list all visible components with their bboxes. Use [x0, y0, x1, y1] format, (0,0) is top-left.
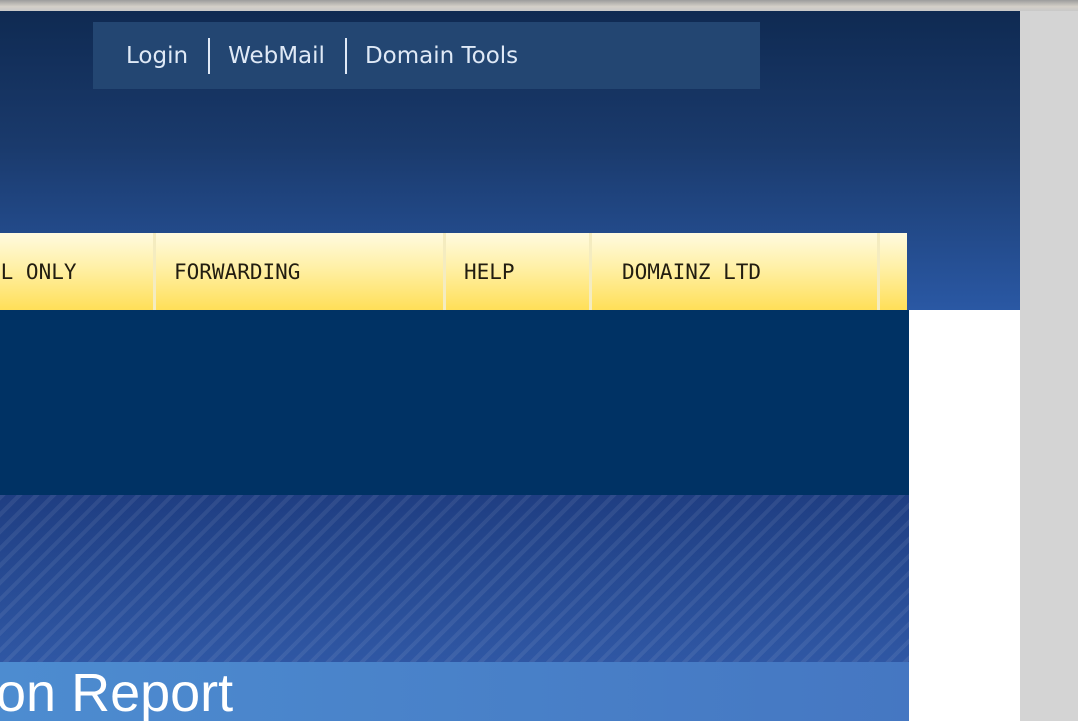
nav-label: IL ONLY — [0, 259, 77, 284]
window-top-border — [0, 0, 1078, 11]
nav-label: FORWARDING — [174, 259, 301, 284]
link-separator — [344, 37, 347, 74]
link-separator — [208, 37, 211, 74]
nav-label: DOMAINZ LTD — [622, 259, 762, 284]
login-link[interactable]: Login — [126, 43, 188, 69]
top-links-bar: Login WebMail Domain Tools — [93, 22, 760, 89]
webmail-link[interactable]: WebMail — [228, 43, 325, 69]
nav-item-forwarding[interactable]: FORWARDING — [156, 233, 446, 310]
content-panel — [0, 310, 909, 495]
domain-tools-link[interactable]: Domain Tools — [365, 43, 518, 69]
nav-label: HELP — [464, 259, 515, 284]
nav-item-help[interactable]: HELP — [446, 233, 592, 310]
nav-item-domainz-ltd[interactable]: DOMAINZ LTD — [592, 233, 880, 310]
page-side-margin — [1020, 11, 1078, 721]
page-title: on Report — [0, 663, 234, 721]
page-title-bar: on Report — [0, 662, 909, 721]
main-nav: IL ONLY FORWARDING HELP DOMAINZ LTD — [0, 233, 907, 310]
nav-item-email-only[interactable]: IL ONLY — [0, 233, 156, 310]
